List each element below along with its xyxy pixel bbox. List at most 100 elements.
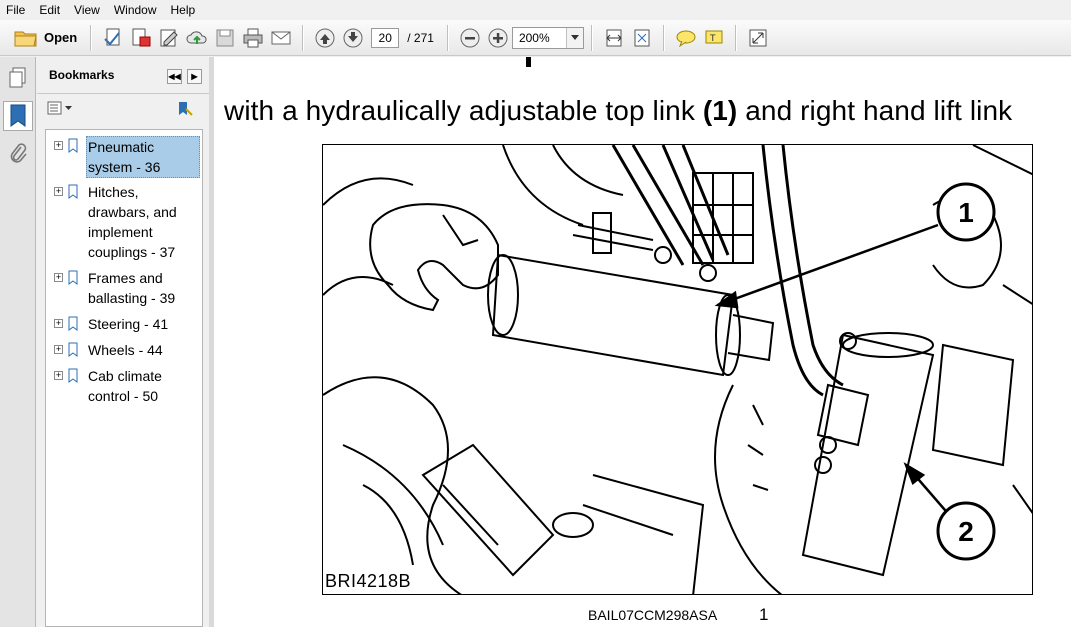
pages-icon <box>9 67 26 88</box>
bookmark-label: Steering - 41 <box>88 316 169 332</box>
attachments-button[interactable] <box>3 139 33 169</box>
document-view[interactable]: with a hydraulically adjustable top link… <box>214 57 1071 627</box>
figure-reference: BAIL07CCM298ASA <box>588 607 718 623</box>
heading-callout: (1) <box>702 95 738 126</box>
expand-toggle[interactable]: + <box>54 141 63 150</box>
svg-text:1: 1 <box>958 197 974 228</box>
bookmark-page-icon <box>68 368 78 383</box>
toolbar-separator <box>90 24 93 51</box>
open-label: Open <box>44 30 78 45</box>
expand-toggle[interactable]: + <box>54 371 63 380</box>
sign-icon <box>160 29 178 46</box>
section-heading: with a hydraulically adjustable top link… <box>224 95 1012 127</box>
collapse-panel-button[interactable]: ◀◀ <box>167 69 182 84</box>
heading-text-end: and right hand lift link <box>737 95 1013 126</box>
bookmarks-tree: + Pneumatic system - 36 + Hitches, drawb… <box>45 129 203 627</box>
pdf-edit-button[interactable] <box>127 24 155 52</box>
menu-file[interactable]: File <box>0 0 32 20</box>
page-thumbnails-button[interactable] <box>3 63 33 93</box>
expand-bookmark-button[interactable] <box>177 100 195 121</box>
bookmark-page-icon <box>68 270 78 285</box>
bookmark-options-bar <box>37 93 209 124</box>
toolbar-separator <box>662 24 665 51</box>
page-up-icon <box>315 28 335 47</box>
hydraulic-linkage-drawing: 1 2 <box>323 145 1032 594</box>
create-pdf-button[interactable] <box>99 24 127 52</box>
create-pdf-icon <box>104 28 121 45</box>
bookmark-page-icon <box>68 138 78 153</box>
fit-page-icon <box>634 29 650 46</box>
page-down-icon <box>343 28 363 47</box>
folder-icon <box>14 31 37 46</box>
main-toolbar: Open 20 / 271 200% T <box>0 20 1071 56</box>
save-button[interactable] <box>211 24 239 52</box>
bookmarks-panel: Bookmarks ◀◀ ▶ + Pneumatic system - 36 +… <box>37 57 209 627</box>
bookmark-icon <box>10 104 26 127</box>
menu-bar: File Edit View Window Help <box>0 0 1071 20</box>
navigation-pane-strip <box>0 57 36 627</box>
fullscreen-button[interactable] <box>744 24 772 52</box>
email-button[interactable] <box>267 24 295 52</box>
zoom-out-icon <box>460 28 480 47</box>
menu-help[interactable]: Help <box>164 0 203 20</box>
highlight-icon: T <box>705 30 723 44</box>
expand-toggle[interactable]: + <box>54 319 63 328</box>
svg-text:T: T <box>709 34 716 44</box>
bookmarks-header: Bookmarks ◀◀ ▶ <box>37 57 209 93</box>
next-page-button[interactable] <box>339 24 367 52</box>
options-menu-button[interactable] <box>47 101 73 118</box>
sign-button[interactable] <box>155 24 183 52</box>
figure-number: 1 <box>759 605 769 624</box>
open-button[interactable]: Open <box>8 25 83 51</box>
email-icon <box>271 31 291 44</box>
bookmark-page-icon <box>68 184 78 199</box>
print-icon <box>243 28 263 47</box>
bookmark-label: Hitches, drawbars, and implement couplin… <box>88 184 177 260</box>
callout-2: 2 <box>936 501 996 561</box>
comment-icon <box>676 30 696 47</box>
figure-code: BRI4218B <box>325 571 412 591</box>
bookmark-find-icon <box>179 102 193 116</box>
highlight-button[interactable]: T <box>700 24 728 52</box>
previous-page-button[interactable] <box>311 24 339 52</box>
bookmark-label: Frames and ballasting - 39 <box>88 270 176 306</box>
save-icon <box>216 29 234 46</box>
zoom-select[interactable]: 200% <box>511 26 584 49</box>
bookmark-label: Pneumatic system - 36 <box>86 136 200 178</box>
page-total: / 271 <box>407 30 434 45</box>
print-button[interactable] <box>239 24 267 52</box>
expand-toggle[interactable]: + <box>54 187 63 196</box>
options-list-icon <box>47 101 72 115</box>
fit-page-button[interactable] <box>628 24 656 52</box>
zoom-in-icon <box>488 28 508 47</box>
zoom-in-button[interactable] <box>484 24 512 52</box>
menu-edit[interactable]: Edit <box>32 0 67 20</box>
bookmark-page-icon <box>68 342 78 357</box>
page-number-input[interactable]: 20 <box>371 27 400 48</box>
zoom-value: 200% <box>518 30 550 45</box>
bookmarks-panel-button[interactable] <box>3 101 33 131</box>
close-panel-button[interactable]: ▶ <box>187 69 202 84</box>
comment-button[interactable] <box>672 24 700 52</box>
expand-toggle[interactable]: + <box>54 345 63 354</box>
menu-view[interactable]: View <box>67 0 107 20</box>
toolbar-separator <box>302 24 305 51</box>
technical-illustration: 1 2 BRI4218B <box>322 144 1033 595</box>
pdf-edit-icon <box>132 28 151 46</box>
fit-width-button[interactable] <box>600 24 628 52</box>
callout-1: 1 <box>936 182 996 242</box>
zoom-out-button[interactable] <box>456 24 484 52</box>
menu-window[interactable]: Window <box>107 0 164 20</box>
toolbar-separator <box>446 24 449 51</box>
bookmark-page-icon <box>68 316 78 331</box>
paperclip-icon <box>10 143 27 163</box>
bookmark-label: Wheels - 44 <box>88 342 163 358</box>
clipped-text-fragment <box>526 57 531 67</box>
toolbar-separator <box>734 24 737 51</box>
expand-toggle[interactable]: + <box>54 273 63 282</box>
fit-width-icon <box>606 29 622 46</box>
bookmark-label: Cab climate control - 50 <box>88 368 162 404</box>
chevron-down-icon[interactable] <box>565 27 583 48</box>
upload-button[interactable] <box>183 24 211 52</box>
bookmarks-title: Bookmarks <box>49 68 115 82</box>
